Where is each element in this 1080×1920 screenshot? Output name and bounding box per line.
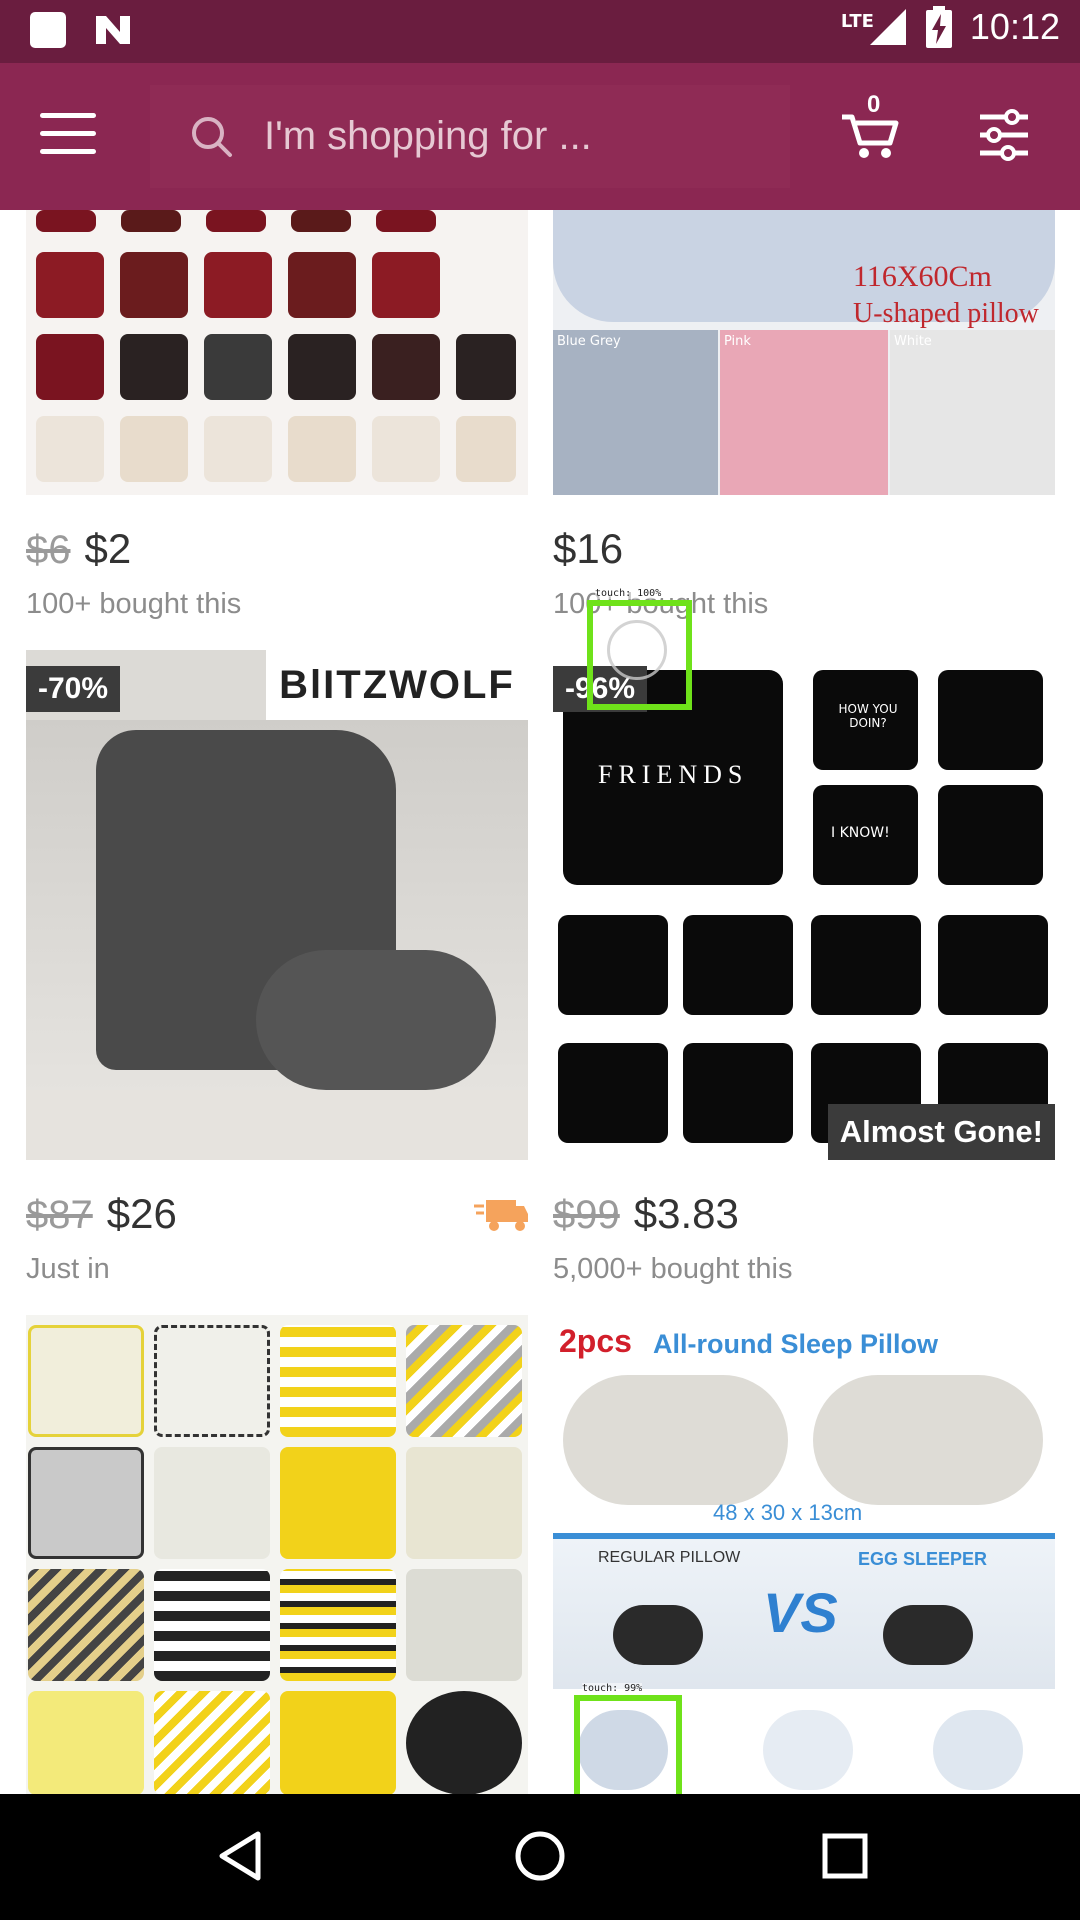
- product-card[interactable]: $6 $2 100+ bought this: [26, 210, 528, 630]
- sale-price: $26: [106, 1190, 177, 1237]
- brand-logo: BlITZWOLF: [266, 650, 528, 720]
- image-caption: HOW YOU DOIN?: [838, 702, 898, 730]
- sale-price: $3.83: [633, 1190, 739, 1237]
- image-caption: U-shaped pillow: [853, 298, 1039, 329]
- search-bar[interactable]: [150, 85, 790, 188]
- listing-status: Just in: [26, 1253, 110, 1285]
- product-card[interactable]: [26, 1315, 528, 1794]
- image-caption: All-round Sleep Pillow: [653, 1329, 939, 1359]
- sale-price: $16: [553, 525, 624, 572]
- system-nav-bar: [0, 1794, 1080, 1920]
- original-price: $87: [26, 1193, 93, 1237]
- image-caption: FRIENDS: [598, 760, 749, 789]
- battery-charging-icon: [925, 6, 952, 48]
- product-card[interactable]: BlITZWOLF -70% $87 $26 Just in: [26, 650, 528, 1300]
- product-image: FRIENDS HOW YOU DOIN? I KNOW! Almost Gon…: [553, 650, 1055, 1160]
- signal-icon: [869, 9, 906, 45]
- back-icon[interactable]: [210, 1826, 270, 1886]
- product-grid: $6 $2 100+ bought this 116X60Cm U-shaped…: [0, 210, 1080, 1794]
- app-bar: 0: [0, 63, 1080, 210]
- clock: 10:12: [969, 6, 1060, 47]
- cart-button[interactable]: 0: [840, 91, 900, 161]
- product-image: [26, 210, 528, 495]
- image-caption: EGG SLEEPER: [858, 1549, 988, 1569]
- filter-sliders-icon: [980, 109, 1028, 161]
- image-caption: Blue Grey: [557, 334, 621, 349]
- network-type: LTE: [840, 10, 874, 32]
- sd-card-icon: [30, 12, 66, 48]
- cart-icon: [842, 114, 899, 158]
- status-bar: LTE 10:12: [0, 0, 1080, 63]
- touch-indicator: touch: 99%: [574, 1683, 682, 1805]
- n-notification-icon: [92, 12, 134, 48]
- purchase-count: 5,000+ bought this: [553, 1253, 793, 1285]
- image-caption: I KNOW!: [831, 825, 890, 841]
- sale-price: $2: [84, 525, 132, 572]
- original-price: $99: [553, 1193, 620, 1237]
- product-card[interactable]: FRIENDS HOW YOU DOIN? I KNOW! Almost Gon…: [553, 650, 1055, 1300]
- purchase-count: 100+ bought this: [26, 588, 242, 620]
- home-icon[interactable]: [510, 1826, 570, 1886]
- original-price: $6: [26, 528, 71, 572]
- touch-indicator: touch: 100%: [587, 588, 692, 710]
- image-caption: 2pcs: [559, 1323, 632, 1359]
- recents-icon[interactable]: [815, 1826, 875, 1886]
- discount-badge: -70%: [26, 666, 121, 712]
- image-caption: White: [894, 334, 932, 349]
- product-image: BlITZWOLF: [26, 650, 528, 1160]
- search-input[interactable]: [264, 114, 684, 159]
- search-icon: [192, 116, 232, 157]
- product-image: 116X60Cm U-shaped pillow Blue Grey Pink …: [553, 210, 1055, 495]
- image-caption: Pink: [724, 334, 751, 349]
- filter-button[interactable]: [978, 109, 1030, 161]
- product-card[interactable]: 116X60Cm U-shaped pillow Blue Grey Pink …: [553, 210, 1055, 630]
- almost-gone-tag: Almost Gone!: [827, 1104, 1055, 1160]
- shipping-truck-icon: [474, 1200, 528, 1231]
- image-caption: REGULAR PILLOW: [598, 1549, 741, 1566]
- image-caption: VS: [763, 1581, 838, 1644]
- product-image: [26, 1315, 528, 1794]
- image-caption: 116X60Cm: [853, 260, 992, 293]
- image-caption: 48 x 30 x 13cm: [713, 1500, 863, 1525]
- menu-button[interactable]: [40, 113, 96, 159]
